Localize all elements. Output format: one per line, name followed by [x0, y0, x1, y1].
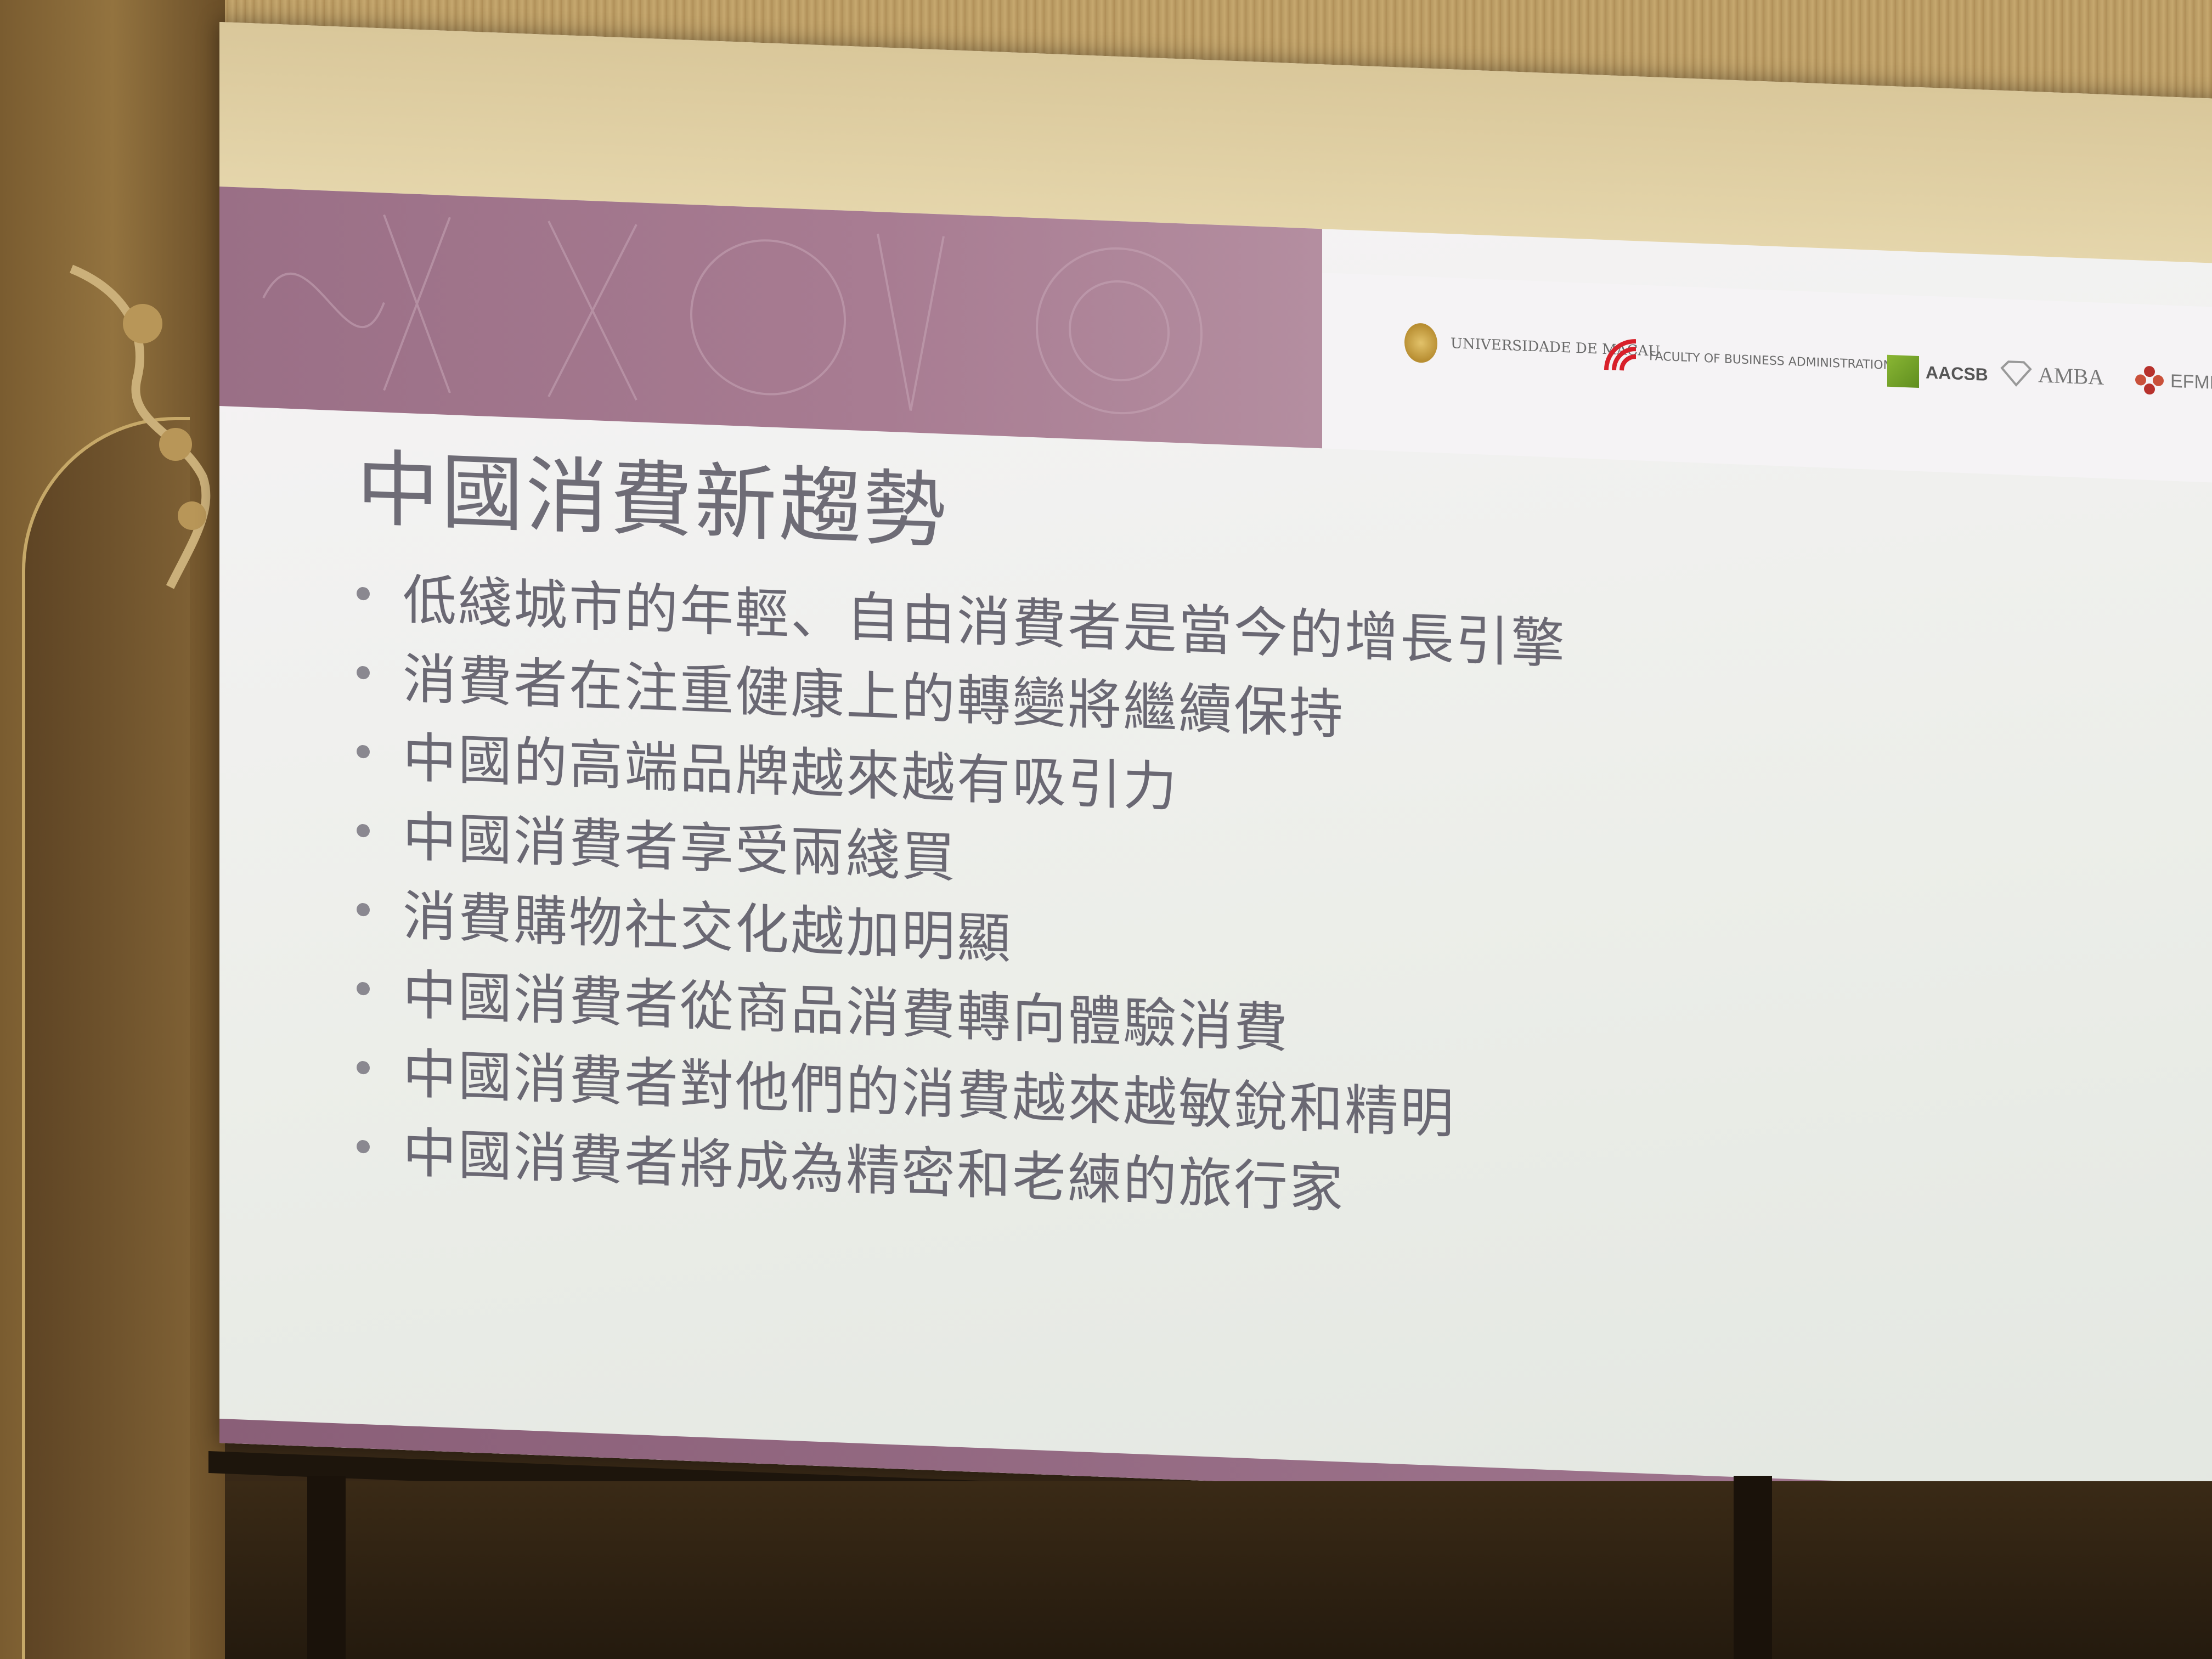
bullet-dot-icon	[357, 1139, 370, 1154]
efmd-logo: EFMD	[2134, 364, 2212, 398]
efmd-text: EFMD	[2170, 370, 2212, 393]
slide-title: 中國消費新趨勢	[357, 441, 949, 560]
aacsb-square-icon	[1887, 354, 1919, 388]
projection-screen: UNIVERSIDADE DE MACAU FACULTY OF BUSINES…	[219, 22, 2212, 1520]
room-below-screen	[225, 1481, 2212, 1659]
photo-scene: UNIVERSIDADE DE MACAU FACULTY OF BUSINES…	[0, 0, 2212, 1659]
wall-ornament-icon	[70, 264, 211, 589]
screen-stand-post	[307, 1476, 346, 1659]
university-seal-icon	[1404, 322, 1437, 364]
bullet-dot-icon	[357, 902, 370, 917]
faculty-name: FACULTY OF BUSINESS ADMINISTRATION	[1649, 349, 1892, 373]
faculty-logo: FACULTY OF BUSINESS ADMINISTRATION	[1602, 336, 1892, 385]
wall-arched-panel	[22, 417, 190, 1659]
banner-pattern	[219, 187, 1322, 449]
diamond-icon	[2000, 360, 2032, 387]
amba-logo: AMBA	[2000, 359, 2104, 391]
presentation-slide: UNIVERSIDADE DE MACAU FACULTY OF BUSINES…	[219, 187, 2212, 1520]
bullet-dot-icon	[357, 665, 370, 680]
banner-lines-icon	[262, 214, 1203, 415]
bullet-dot-icon	[357, 586, 370, 601]
bullet-list: 低綫城市的年輕、自由消費者是當今的增長引擎 消費者在注重健康上的轉變將繼續保持 …	[357, 554, 1566, 1233]
left-wall	[0, 0, 225, 1659]
aacsb-text: AACSB	[1926, 362, 1988, 385]
efmd-flower-icon	[2135, 366, 2164, 395]
bullet-dot-icon	[357, 1060, 370, 1075]
screen-stand-post	[1734, 1476, 1772, 1659]
bullet-dot-icon	[357, 981, 370, 996]
aacsb-logo: AACSB	[1887, 354, 1988, 391]
logo-strip: UNIVERSIDADE DE MACAU FACULTY OF BUSINES…	[1322, 273, 2212, 483]
faculty-mark-icon	[1604, 339, 1637, 371]
bullet-dot-icon	[357, 744, 370, 759]
bullet-dot-icon	[357, 823, 370, 838]
amba-text: AMBA	[2038, 362, 2104, 390]
